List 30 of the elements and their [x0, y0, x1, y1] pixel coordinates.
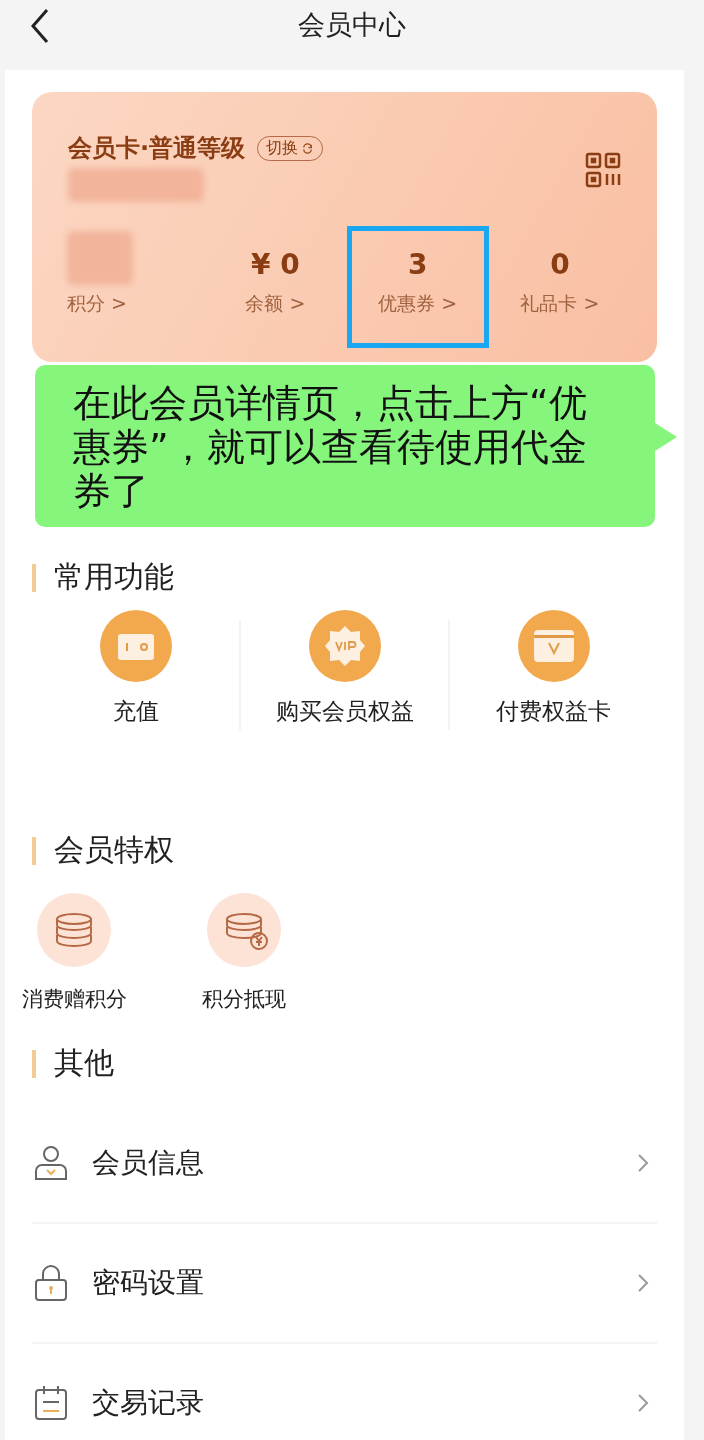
menu-item[interactable]: 密码设置	[92, 1264, 613, 1302]
chevron-icon	[637, 1273, 649, 1293]
feature-label[interactable]: 充值	[112, 696, 159, 727]
feature-label[interactable]: 付费权益卡	[496, 696, 611, 727]
refresh-icon	[301, 141, 315, 155]
perk-label[interactable]: 积分抵现	[202, 985, 286, 1013]
menu-item[interactable]: 会员信息	[92, 1144, 613, 1182]
perk-label[interactable]: 消费赠积分	[21, 985, 127, 1013]
person-icon	[34, 1145, 68, 1181]
stat-value: 0	[550, 248, 570, 281]
menu-item[interactable]: 交易记录	[92, 1384, 613, 1422]
section-title: 其他	[54, 1044, 114, 1082]
chevron-icon	[637, 1393, 649, 1413]
page-title: 会员中心	[298, 8, 406, 42]
coins-icon[interactable]	[207, 893, 281, 967]
coins-icon[interactable]	[37, 893, 111, 967]
feature-label[interactable]: 购买会员权益	[275, 696, 414, 727]
section-title: 会员特权	[54, 831, 174, 869]
qr-code-icon[interactable]	[585, 152, 621, 188]
stat-value: 3	[407, 248, 428, 281]
feature-icon[interactable]	[517, 610, 590, 682]
back-icon[interactable]	[30, 8, 50, 44]
lock-icon	[34, 1265, 68, 1301]
stat-value: ¥ 0	[251, 248, 300, 281]
stat-link[interactable]: 积分 >	[67, 291, 127, 317]
callout-text: 在此会员详情页，点击上方“优惠券”，就可以查看待使用代金券了	[73, 381, 587, 513]
chevron-icon	[637, 1153, 649, 1173]
calendar-icon	[34, 1385, 68, 1421]
card-title: 会员卡·普通等级	[68, 133, 246, 164]
section-title: 常用功能	[54, 558, 174, 596]
